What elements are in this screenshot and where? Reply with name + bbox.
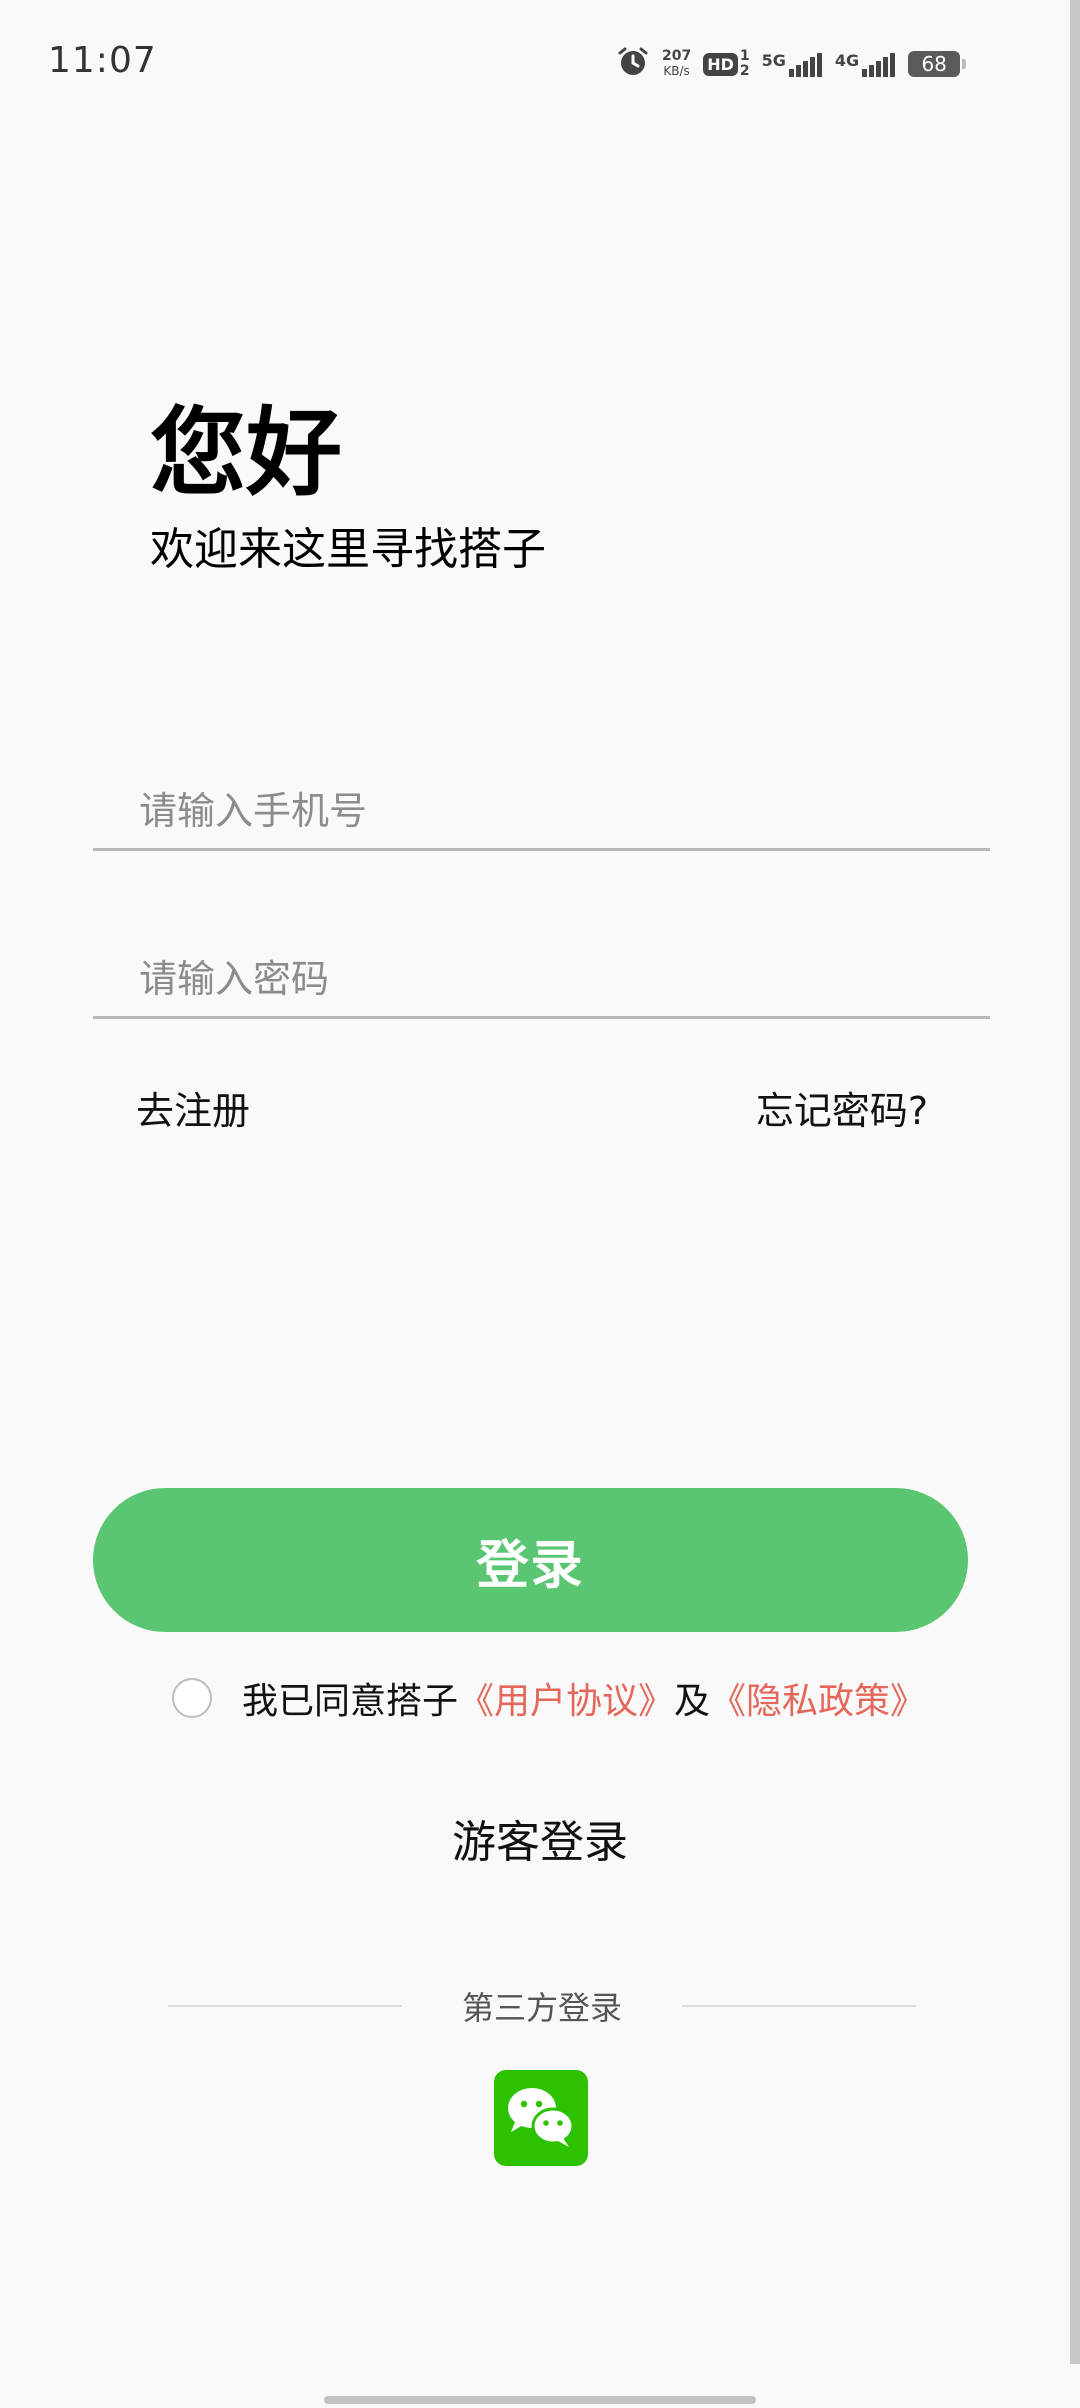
wechat-login-button[interactable] — [494, 2070, 588, 2166]
divider-left — [168, 2005, 402, 2007]
wechat-icon — [499, 2074, 583, 2162]
phone-field-container — [93, 752, 990, 851]
agreement-prefix: 我已同意搭子 — [242, 1681, 459, 1722]
password-input[interactable] — [137, 956, 961, 1002]
guest-login-button[interactable]: 游客登录 — [0, 1806, 1080, 1870]
password-field-container — [93, 920, 990, 1019]
status-icons: 207 KB/s HD 1 2 5G 4G 68 — [616, 42, 967, 86]
signal-5g-icon: 5G — [762, 51, 823, 77]
home-indicator[interactable] — [324, 2396, 756, 2404]
user-agreement-link[interactable]: 《用户协议》 — [458, 1672, 674, 1724]
agreement-and: 及 — [674, 1681, 711, 1722]
agreement-row: 我已同意搭子 《用户协议》 及 《隐私政策》 — [172, 1672, 926, 1724]
third-party-label: 第三方登录 — [461, 1989, 622, 2027]
third-party-divider: 第三方登录 — [168, 1984, 916, 2028]
battery-icon: 68 — [908, 51, 967, 77]
battery-level: 68 — [921, 52, 947, 76]
hd-sim-bottom: 2 — [739, 63, 750, 79]
alarm-icon — [616, 45, 650, 83]
signal-4g-label: 4G — [834, 51, 860, 70]
signal-5g-label: 5G — [761, 51, 786, 70]
divider-right — [681, 2005, 916, 2007]
hd-label: HD — [703, 52, 738, 76]
hd-voice-icon: HD 1 2 — [703, 49, 750, 79]
login-button[interactable]: 登录 — [93, 1488, 968, 1632]
hd-sim-numbers: 1 2 — [740, 49, 750, 79]
status-time: 11:07 — [48, 40, 157, 81]
forgot-password-link[interactable]: 忘记密码? — [756, 1080, 928, 1135]
network-speed-value: 207 — [662, 48, 692, 64]
phone-input[interactable] — [137, 788, 961, 834]
agreement-checkbox[interactable] — [172, 1678, 212, 1718]
privacy-policy-link[interactable]: 《隐私政策》 — [710, 1672, 926, 1724]
greeting-subtitle: 欢迎来这里寻找搭子 — [150, 524, 546, 575]
network-speed-unit: KB/s — [663, 64, 690, 78]
status-bar: 11:07 207 KB/s HD 1 2 5G 4G 68 — [0, 0, 1080, 128]
scrollbar[interactable] — [1070, 0, 1080, 2364]
signal-4g-icon: 4G — [835, 51, 896, 77]
register-link[interactable]: 去注册 — [136, 1080, 250, 1135]
network-speed: 207 KB/s — [662, 49, 691, 79]
greeting-title: 您好 — [150, 397, 342, 509]
hd-sim-top: 1 — [739, 48, 750, 64]
